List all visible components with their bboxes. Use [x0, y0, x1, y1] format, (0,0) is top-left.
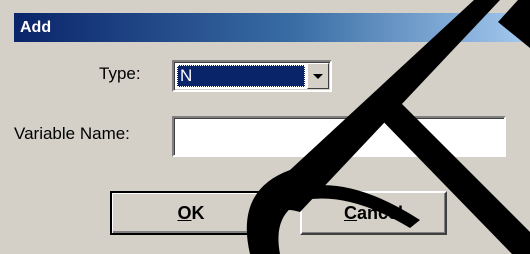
variable-name-input[interactable]: [172, 116, 506, 157]
cancel-label-rest: ancel: [356, 203, 404, 223]
type-combobox[interactable]: N: [172, 60, 332, 92]
add-dialog: Add Type: N Variable Name: OK Cancel: [0, 0, 530, 254]
ok-label-rest: K: [191, 203, 205, 223]
cancel-button[interactable]: Cancel: [300, 191, 447, 235]
dialog-title: Add: [20, 19, 52, 36]
chevron-down-icon[interactable]: [307, 63, 329, 89]
type-label: Type:: [99, 64, 141, 83]
variable-name-label: Variable Name:: [14, 124, 130, 143]
ok-mnemonic: O: [177, 203, 192, 223]
cancel-mnemonic: C: [343, 203, 357, 223]
ok-button[interactable]: OK: [110, 191, 272, 235]
dialog-title-bar[interactable]: Add: [14, 13, 530, 42]
type-selected-value: N: [177, 65, 305, 87]
